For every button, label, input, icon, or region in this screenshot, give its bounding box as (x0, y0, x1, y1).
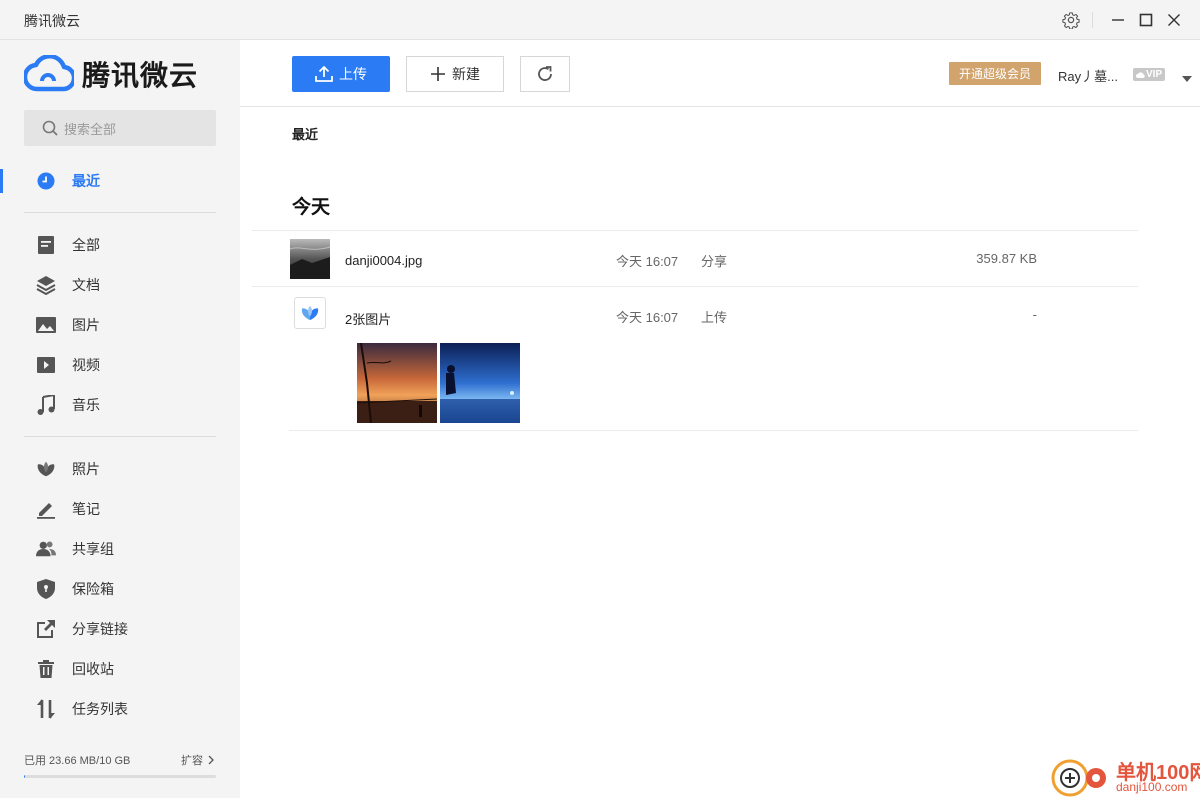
file-time: 今天 16:07 (616, 254, 679, 269)
sidebar-item-docs[interactable]: 文档 (0, 265, 240, 305)
sidebar-item-recycle-bin[interactable]: 回收站 (0, 649, 240, 689)
sidebar-item-label: 共享组 (72, 541, 114, 557)
sidebar-item-music[interactable]: 音乐 (0, 385, 240, 425)
sidebar-item-notes[interactable]: 笔记 (0, 489, 240, 529)
sidebar-item-all[interactable]: 全部 (0, 225, 240, 265)
sidebar-item-recent[interactable]: 最近 (0, 161, 240, 201)
image-icon (36, 315, 56, 335)
sidebar-item-label: 照片 (72, 461, 100, 477)
sidebar-item-label: 图片 (72, 317, 100, 333)
settings-gear-icon[interactable] (1061, 10, 1081, 30)
sidebar-item-images[interactable]: 图片 (0, 305, 240, 345)
new-label: 新建 (452, 66, 480, 82)
upgrade-vip-button[interactable]: 开通超级会员 (949, 62, 1041, 85)
site-watermark: 单机100网 danji100.com (1050, 752, 1200, 798)
clock-icon (36, 171, 56, 191)
refresh-button[interactable] (520, 56, 570, 92)
share-icon (36, 619, 56, 639)
sidebar-item-label: 任务列表 (72, 701, 128, 717)
vip-badge-text: VIP (1146, 69, 1163, 80)
new-button[interactable]: 新建 (406, 56, 504, 92)
expand-storage-label: 扩容 (181, 755, 203, 767)
logo-text: 腾讯微云 (82, 59, 199, 92)
vip-badge: VIP (1133, 68, 1166, 81)
file-row-danji0004[interactable]: danji0004.jpg 今天 16:07 分享 359.87 KB (252, 231, 1138, 287)
sidebar-item-vault[interactable]: 保险箱 (0, 569, 240, 609)
sidebar-divider (24, 436, 216, 437)
image-preview-sunset[interactable] (357, 343, 437, 423)
minimize-icon[interactable] (1108, 10, 1128, 30)
shield-icon (36, 579, 56, 599)
title-bar: 腾讯微云 (0, 0, 1200, 40)
sidebar-item-videos[interactable]: 视频 (0, 345, 240, 385)
toolbar: 上传 新建 开通超级会员 Ray丿墓... VIP (240, 40, 1200, 107)
sidebar-divider (24, 212, 216, 213)
music-note-icon (36, 395, 56, 415)
sidebar-item-label: 文档 (72, 277, 100, 293)
file-list-icon (36, 235, 56, 255)
sidebar-item-label: 保险箱 (72, 581, 114, 597)
sidebar-item-label: 全部 (72, 237, 100, 253)
storage-progress-bar (24, 775, 216, 778)
storage-used-text: 已用 23.66 MB/10 GB (24, 755, 131, 767)
layers-icon (36, 275, 56, 295)
file-size: - (1032, 307, 1037, 322)
trash-icon (36, 659, 56, 679)
upload-button[interactable]: 上传 (292, 56, 390, 92)
file-action: 上传 (701, 310, 728, 325)
chevron-right-icon (208, 755, 214, 765)
sidebar-item-label: 分享链接 (72, 621, 128, 637)
image-preview-night[interactable] (440, 343, 520, 423)
sidebar-item-label: 笔记 (72, 501, 100, 517)
file-action: 分享 (701, 254, 728, 269)
storage-progress-fill (24, 775, 25, 778)
sidebar: 腾讯微云 搜索全部 最近 全部 文档 图片 视频 音乐 照片 笔记 共享组 保险… (0, 40, 240, 798)
watermark-url: danji100.com (1116, 780, 1188, 794)
cloud-badge-icon (1136, 71, 1145, 78)
sidebar-item-label: 回收站 (72, 661, 114, 677)
sidebar-item-label: 音乐 (72, 397, 100, 413)
play-icon (36, 355, 56, 375)
breadcrumb: 最近 (292, 127, 319, 142)
expand-storage-link[interactable]: 扩容 (181, 752, 216, 768)
window-title: 腾讯微云 (24, 13, 80, 29)
row-divider (289, 430, 1138, 431)
search-placeholder: 搜索全部 (64, 121, 117, 137)
cloud-logo-icon (24, 55, 74, 92)
upload-label: 上传 (339, 66, 367, 82)
file-size: 359.87 KB (976, 251, 1037, 266)
search-icon (42, 120, 58, 136)
sidebar-item-shared-group[interactable]: 共享组 (0, 529, 240, 569)
file-name: danji0004.jpg (345, 253, 423, 268)
file-thumbnail (290, 239, 330, 279)
upload-icon (315, 66, 333, 82)
search-input[interactable]: 搜索全部 (24, 110, 216, 146)
title-bar-divider (1092, 12, 1093, 28)
sidebar-item-label: 视频 (72, 357, 100, 373)
section-title: 今天 (292, 197, 331, 218)
file-time: 今天 16:07 (616, 310, 679, 325)
photo-petals-icon (36, 459, 56, 479)
sidebar-item-photos[interactable]: 照片 (0, 449, 240, 489)
file-name: 2张图片 (345, 312, 392, 327)
sidebar-item-label: 最近 (72, 173, 100, 189)
sidebar-item-share-links[interactable]: 分享链接 (0, 609, 240, 649)
close-icon[interactable] (1164, 10, 1184, 30)
file-row-image-group[interactable]: 2张图片 今天 16:07 上传 - (252, 287, 1138, 343)
watermark-logo-icon (1051, 759, 1106, 797)
plus-icon (431, 67, 445, 81)
storage-info: 已用 23.66 MB/10 GB 扩容 (24, 752, 216, 778)
people-icon (36, 539, 56, 559)
caret-down-icon[interactable] (1182, 70, 1192, 85)
app-logo: 腾讯微云 (24, 54, 198, 94)
transfer-icon (36, 699, 56, 719)
maximize-icon[interactable] (1136, 10, 1156, 30)
sidebar-item-task-list[interactable]: 任务列表 (0, 689, 240, 729)
refresh-icon (538, 66, 552, 81)
username[interactable]: Ray丿墓... (1058, 66, 1118, 85)
pen-icon (36, 499, 56, 519)
photo-group-icon (294, 297, 326, 329)
